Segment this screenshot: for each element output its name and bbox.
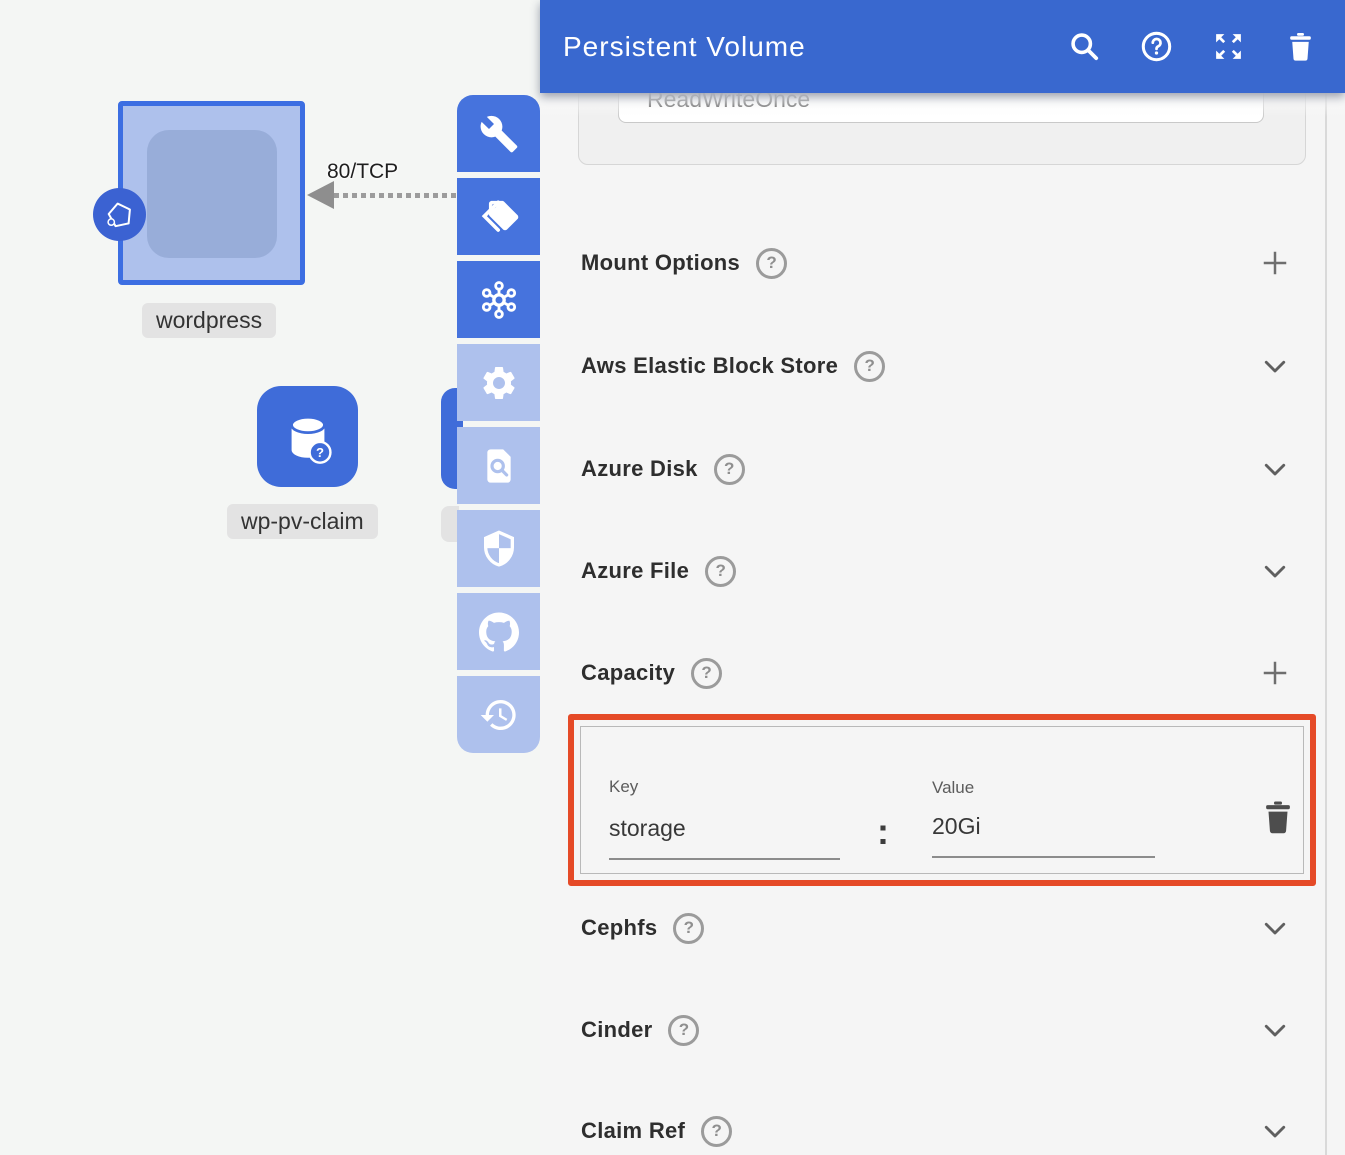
help-icon[interactable]: ? [701, 1116, 732, 1147]
history-tool-button[interactable] [457, 676, 540, 753]
chevron-down-icon[interactable] [1258, 452, 1292, 486]
search-icon[interactable] [1068, 30, 1101, 63]
persistent-volume-panel: ReadWriteOnce Persistent Volume [540, 0, 1345, 1155]
history-icon [479, 695, 519, 735]
section-cinder[interactable]: Cinder ? [581, 1009, 1292, 1051]
help-icon[interactable]: ? [691, 658, 722, 689]
chevron-down-icon[interactable] [1258, 911, 1292, 945]
key-label: Key [609, 777, 638, 797]
help-icon[interactable]: ? [854, 351, 885, 382]
key-underline [609, 858, 840, 860]
doc-search-tool-button[interactable] [457, 427, 540, 504]
shield-icon [479, 529, 519, 569]
section-label: Mount Options [581, 250, 740, 276]
github-tool-button[interactable] [457, 593, 540, 670]
capacity-row: Key storage : Value 20Gi [580, 726, 1304, 874]
chevron-down-icon[interactable] [1258, 1114, 1292, 1148]
edge-port-label: 80/TCP [327, 160, 398, 184]
help-icon[interactable]: ? [673, 913, 704, 944]
shield-tool-button[interactable] [457, 510, 540, 587]
kv-separator: : [877, 811, 889, 853]
kubernetes-editor-app: wordpress 80/TCP ? wp-pv-claim [0, 0, 1345, 1155]
node-label-wp-pv-claim: wp-pv-claim [227, 504, 378, 539]
node-wp-pv-claim[interactable]: ? [257, 386, 358, 487]
section-label: Aws Elastic Block Store [581, 353, 838, 379]
node-wordpress-inner [147, 130, 277, 258]
question-badge-icon: ? [316, 445, 324, 460]
tag-tool-button[interactable] [457, 178, 540, 255]
settings-tool-button[interactable] [457, 344, 540, 421]
help-icon[interactable] [1140, 30, 1173, 63]
wrench-icon [479, 114, 519, 154]
chevron-down-icon[interactable] [1258, 554, 1292, 588]
diagram-toolbar [457, 95, 540, 753]
value-underline [932, 856, 1155, 858]
section-azure-file[interactable]: Azure File ? [581, 550, 1292, 592]
section-label: Cephfs [581, 915, 657, 941]
chevron-down-icon[interactable] [1258, 349, 1292, 383]
panel-header: Persistent Volume [540, 0, 1345, 93]
tag-icon [479, 197, 519, 237]
section-label: Azure Disk [581, 456, 698, 482]
section-claim-ref[interactable]: Claim Ref ? [581, 1110, 1292, 1152]
pod-badge-icon [93, 188, 146, 241]
help-icon[interactable]: ? [705, 556, 736, 587]
delete-icon[interactable] [1284, 30, 1317, 63]
value-input[interactable]: 20Gi [932, 813, 981, 840]
edge-arrowhead-icon [307, 181, 334, 209]
section-label: Claim Ref [581, 1118, 685, 1144]
github-icon [479, 612, 519, 652]
node-wordpress[interactable] [118, 101, 305, 285]
section-label: Cinder [581, 1017, 652, 1043]
add-icon[interactable] [1258, 246, 1292, 280]
hub-tool-button[interactable] [457, 261, 540, 338]
section-capacity[interactable]: Capacity ? [581, 652, 1292, 694]
help-icon[interactable]: ? [756, 248, 787, 279]
add-icon[interactable] [1258, 656, 1292, 690]
doc-search-icon [479, 446, 519, 486]
section-cephfs[interactable]: Cephfs ? [581, 907, 1292, 949]
delete-row-icon[interactable] [1259, 797, 1297, 837]
capacity-row-highlight: Key storage : Value 20Gi [568, 714, 1316, 886]
expand-icon[interactable] [1212, 30, 1245, 63]
hub-icon [479, 280, 519, 320]
help-icon[interactable]: ? [714, 454, 745, 485]
chevron-down-icon[interactable] [1258, 1013, 1292, 1047]
section-label: Capacity [581, 660, 675, 686]
database-icon: ? [273, 402, 343, 472]
section-azure-disk[interactable]: Azure Disk ? [581, 448, 1292, 490]
section-aws-ebs[interactable]: Aws Elastic Block Store ? [581, 345, 1292, 387]
section-mount-options[interactable]: Mount Options ? [581, 242, 1292, 284]
section-label: Azure File [581, 558, 689, 584]
scroll-area-divider[interactable] [1325, 93, 1327, 1155]
key-input[interactable]: storage [609, 815, 686, 842]
gear-icon [479, 363, 519, 403]
header-fade [540, 93, 1345, 117]
panel-title: Persistent Volume [563, 31, 806, 63]
wrench-tool-button[interactable] [457, 95, 540, 172]
help-icon[interactable]: ? [668, 1015, 699, 1046]
value-label: Value [932, 778, 974, 798]
pentagon-icon [100, 195, 140, 235]
node-label-wordpress: wordpress [142, 303, 276, 338]
service-edge [334, 193, 457, 198]
